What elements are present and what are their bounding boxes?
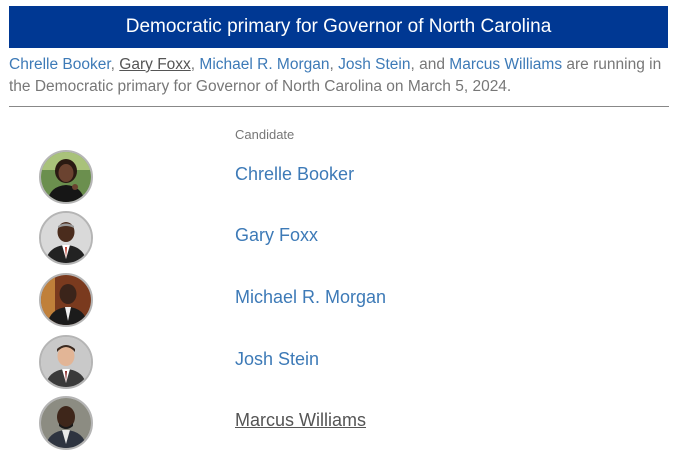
- candidate-photo[interactable]: [39, 273, 93, 327]
- candidate-name-link[interactable]: Gary Foxx: [235, 225, 318, 246]
- intro-link-gary-foxx[interactable]: Gary Foxx: [119, 56, 190, 73]
- intro-link-josh-stein[interactable]: Josh Stein: [338, 56, 410, 73]
- intro-conjunction: , and: [410, 56, 450, 73]
- intro-separator: ,: [329, 56, 339, 73]
- candidate-row: Michael R. Morgan: [0, 273, 676, 335]
- column-header-candidate: Candidate: [235, 127, 295, 142]
- candidate-photo[interactable]: [39, 396, 93, 450]
- candidate-name-link[interactable]: Chrelle Booker: [235, 164, 354, 185]
- photo-chrelle-booker-icon: [41, 152, 91, 202]
- photo-michael-r-morgan-icon: [41, 275, 91, 325]
- candidate-row: Marcus Williams: [0, 396, 676, 458]
- candidate-name-link[interactable]: Michael R. Morgan: [235, 287, 386, 308]
- photo-marcus-williams-icon: [41, 398, 91, 448]
- intro-paragraph: Chrelle Booker, Gary Foxx, Michael R. Mo…: [9, 54, 669, 98]
- photo-josh-stein-icon: [41, 337, 91, 387]
- candidate-photo[interactable]: [39, 211, 93, 265]
- intro-link-michael-r-morgan[interactable]: Michael R. Morgan: [199, 56, 329, 73]
- intro-link-marcus-williams[interactable]: Marcus Williams: [449, 56, 562, 73]
- candidate-row: Chrelle Booker: [0, 150, 676, 212]
- photo-gary-foxx-icon: [41, 213, 91, 263]
- candidate-row: Gary Foxx: [0, 211, 676, 273]
- intro-separator: ,: [110, 56, 120, 73]
- candidate-photo[interactable]: [39, 335, 93, 389]
- candidate-name-link[interactable]: Josh Stein: [235, 349, 319, 370]
- candidate-row: Josh Stein: [0, 335, 676, 397]
- intro-link-chrelle-booker[interactable]: Chrelle Booker: [9, 56, 111, 73]
- candidate-photo[interactable]: [39, 150, 93, 204]
- page-banner: Democratic primary for Governor of North…: [9, 6, 668, 48]
- divider: [9, 106, 669, 107]
- candidate-name-link[interactable]: Marcus Williams: [235, 410, 366, 431]
- banner-title: Democratic primary for Governor of North…: [125, 16, 552, 37]
